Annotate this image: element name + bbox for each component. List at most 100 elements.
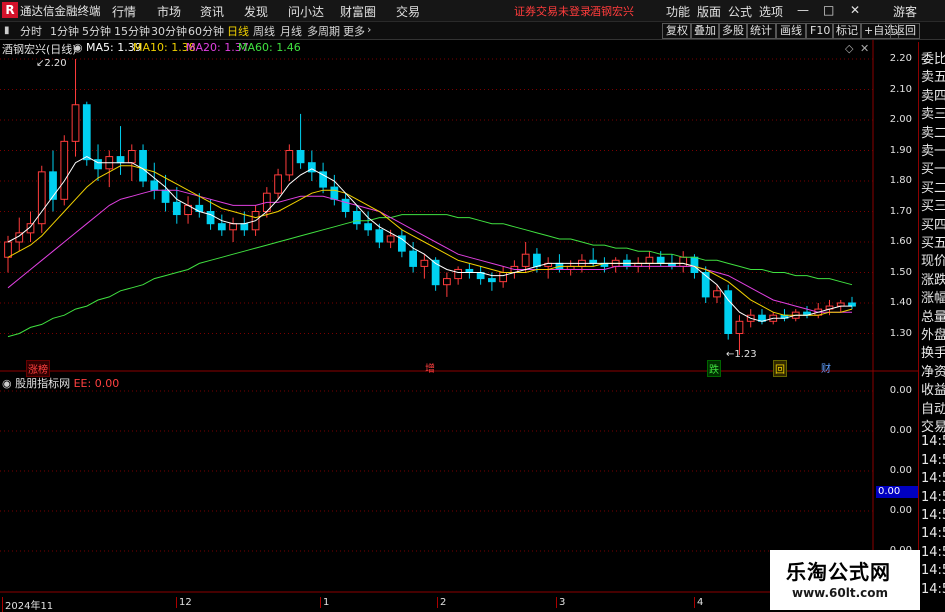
tab-60min[interactable]: 60分钟	[188, 23, 224, 39]
price-tick-label: 1.30	[889, 327, 912, 339]
tab-weekly[interactable]: 周线	[253, 23, 275, 39]
minimize-button[interactable]: —	[797, 3, 809, 17]
quote-panel-label: 涨跌	[921, 272, 945, 287]
candle-body	[352, 211, 361, 225]
candle-body	[229, 223, 237, 231]
quote-panel-label: 14:56	[921, 563, 945, 579]
menu-item-functions[interactable]: 功能	[666, 3, 690, 20]
menu-item-trade[interactable]: 交易	[396, 3, 420, 20]
event-tag-increase[interactable]: 增	[424, 360, 436, 375]
quote-panel-label: 卖一	[921, 144, 945, 158]
event-tag-drop[interactable]: 跌	[707, 360, 721, 377]
quote-panel-label: 卖四	[921, 88, 945, 103]
menu-item-assistant[interactable]: 问小达	[288, 3, 324, 20]
candle-body	[690, 256, 699, 273]
tab-5min[interactable]: 5分钟	[82, 23, 111, 39]
candle-body	[533, 253, 541, 267]
candle-body	[330, 186, 339, 200]
candle-body	[296, 150, 305, 164]
price-tick-label: 2.20	[889, 53, 912, 64]
candle-body	[217, 223, 226, 231]
quote-panel-label: 买二	[921, 180, 945, 195]
quote-panel-label[interactable]: 自动	[921, 398, 945, 416]
menu-item-options[interactable]: 选项	[759, 3, 783, 20]
menu-item-formula[interactable]: 公式	[728, 3, 752, 20]
tab-15min[interactable]: 15分钟	[114, 23, 150, 39]
price-tick-label: 2.00	[889, 114, 912, 125]
login-notice[interactable]: 证券交易未登录	[514, 3, 591, 19]
candle-body	[285, 150, 294, 176]
quote-panel-label[interactable]: 交易	[921, 416, 945, 434]
menu-item-discover[interactable]: 发现	[244, 3, 268, 20]
quote-panel-label: 收益	[921, 383, 945, 398]
tab-multi-period[interactable]: 多周期	[307, 23, 340, 39]
date-tick-label: 2024年11	[2, 597, 53, 612]
quote-panel-label: 换手	[921, 346, 945, 361]
quote-panel-label: 外盘	[921, 328, 945, 342]
tab-intraday[interactable]: 分时	[20, 23, 42, 39]
candle-body	[127, 150, 136, 164]
draw-line-button[interactable]: 画线	[776, 23, 806, 39]
mark-button[interactable]: 标记	[832, 23, 862, 39]
overlay-button[interactable]: 叠加	[690, 23, 720, 39]
tab-monthly[interactable]: 月线	[280, 23, 302, 39]
period-toolbar: ▮ 分时 1分钟 5分钟 15分钟 30分钟 60分钟 日线 周线 月线 多周期…	[0, 22, 945, 40]
indicator-toggle-icon[interactable]: ◉	[2, 377, 12, 390]
candle-body	[60, 140, 69, 200]
event-tag-pullback[interactable]: 回	[773, 360, 787, 377]
f10-button[interactable]: F10	[806, 23, 835, 39]
watermark-url: www.60lt.com	[792, 586, 889, 600]
statistics-button[interactable]: 统计	[746, 23, 776, 39]
candle-body	[82, 104, 91, 161]
menu-item-layout[interactable]: 版面	[697, 3, 721, 20]
tab-more[interactable]: 更多	[343, 23, 365, 39]
collapse-icon[interactable]: ▮	[4, 25, 10, 36]
indicator-tick-label: 0.00	[889, 425, 912, 436]
quote-panel-label: 买三	[921, 199, 945, 214]
maximize-button[interactable]: □	[823, 3, 834, 17]
tab-1min[interactable]: 1分钟	[50, 23, 79, 39]
guest-label[interactable]: 游客	[893, 3, 917, 20]
quote-panel-label: 买一	[921, 162, 945, 177]
indicator-tick-label: 0.00	[889, 465, 912, 476]
indicator-current-value: 0.00	[876, 486, 918, 498]
candle-body	[116, 156, 125, 164]
quote-panel-label: 14:56	[921, 544, 945, 560]
menu-item-wealth[interactable]: 财富圈	[340, 3, 376, 20]
quote-panel-label: 14:56	[921, 526, 945, 542]
kline-chart[interactable]	[0, 40, 918, 609]
quote-panel-label: 委比	[921, 52, 945, 66]
date-tick-label: 3	[556, 597, 565, 608]
menu-item-market[interactable]: 市场	[157, 3, 181, 20]
candle-body	[150, 180, 159, 191]
multi-stock-button[interactable]: 多股	[718, 23, 748, 39]
indicator-header: ◉ 股朋指标网 EE: 0.00	[2, 375, 119, 391]
candle-body	[375, 229, 384, 243]
event-tag-finance[interactable]: 财	[820, 360, 832, 375]
menu-item-quotes[interactable]: 行情	[112, 3, 136, 20]
price-tick-label: 1.80	[889, 175, 912, 186]
low-annotation: ←1.23	[726, 349, 757, 360]
candle-body	[364, 223, 372, 231]
chevron-right-icon[interactable]: ›	[367, 23, 371, 36]
menu-item-news[interactable]: 资讯	[200, 3, 224, 20]
tab-daily[interactable]: 日线	[227, 23, 249, 39]
candle-body	[645, 256, 654, 264]
app-name: 通达信金融终端	[20, 4, 101, 18]
quote-panel-label: 净资	[921, 364, 945, 379]
date-tick-label: 1	[320, 597, 329, 608]
quote-panel-label: 14:56	[921, 581, 945, 597]
quote-panel-label: 总量	[921, 309, 945, 324]
close-button[interactable]: ✕	[850, 3, 860, 17]
indicator-title[interactable]: 股朋指标网	[15, 377, 70, 390]
tab-30min[interactable]: 30分钟	[151, 23, 187, 39]
quote-panel-label: 14:56	[921, 508, 945, 523]
candle-body	[589, 259, 598, 264]
back-button[interactable]: 返回	[890, 23, 920, 39]
adjust-button[interactable]: 复权	[662, 23, 692, 39]
candle-body	[420, 259, 429, 267]
indicator-value: EE: 0.00	[73, 377, 120, 390]
price-tick-label: 1.40	[889, 297, 912, 308]
quote-panel-label: 买五	[921, 236, 945, 250]
candle-body	[341, 198, 350, 213]
